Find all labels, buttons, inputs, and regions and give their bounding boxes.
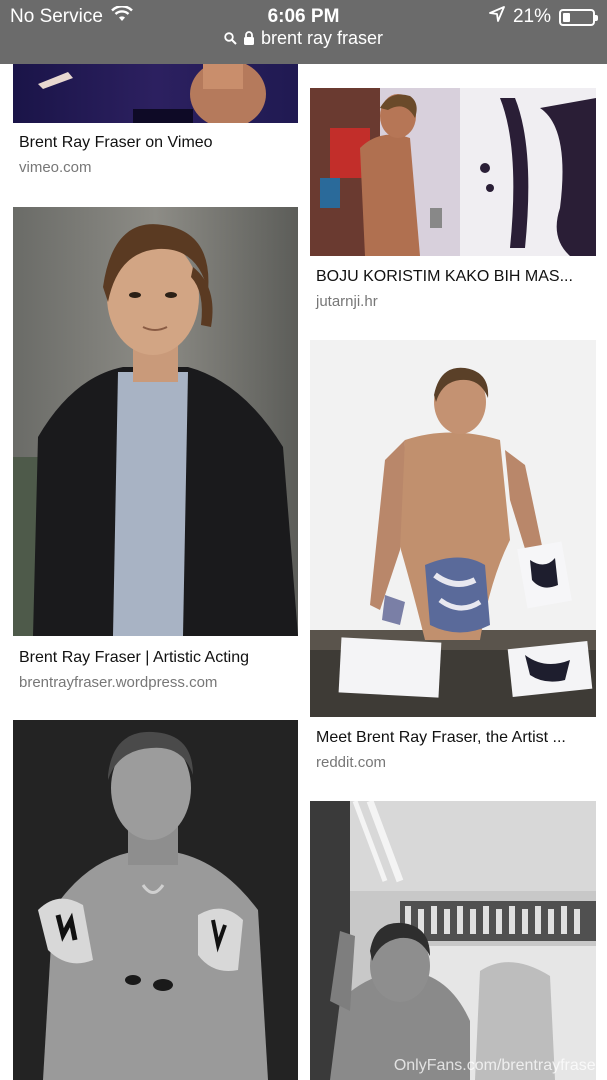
result-card[interactable] — [13, 720, 298, 1080]
result-card[interactable]: Meet Brent Ray Fraser, the Artist ... re… — [310, 340, 596, 780]
result-source: jutarnji.hr — [316, 293, 378, 310]
battery-icon — [559, 8, 598, 26]
result-source: brentrayfraser.wordpress.com — [19, 674, 218, 691]
result-image[interactable] — [13, 720, 298, 1080]
result-source: reddit.com — [316, 754, 387, 771]
search-icon — [224, 32, 237, 45]
result-image[interactable] — [13, 64, 298, 123]
result-image[interactable] — [310, 340, 596, 717]
result-title[interactable]: Meet Brent Ray Fraser, the Artist ... — [316, 729, 590, 747]
result-title[interactable]: Brent Ray Fraser | Artistic Acting — [19, 649, 292, 667]
result-image[interactable] — [310, 88, 596, 256]
watermark-text: OnlyFans.com/brentrayfraser — [393, 1057, 601, 1074]
result-title[interactable]: BOJU KORISTIM KAKO BIH MAS... — [316, 268, 590, 286]
results-column-left: Brent Ray Fraser on Vimeo vimeo.com Bren… — [13, 0, 298, 1080]
url-query: brent ray fraser — [260, 28, 384, 48]
result-source: vimeo.com — [19, 159, 92, 176]
battery-level — [563, 12, 570, 22]
results-column-right: BOJU KORISTIM KAKO BIH MAS... jutarnji.h… — [310, 0, 596, 1080]
battery-percent: 21% — [512, 6, 551, 27]
url-bar[interactable]: brent ray fraser — [0, 28, 607, 49]
status-right: 21% — [489, 6, 598, 28]
location-arrow-icon — [489, 6, 505, 28]
result-card[interactable]: BOJU KORISTIM KAKO BIH MAS... jutarnji.h… — [310, 88, 596, 318]
browser-top-bar: No Service 6:06 PM 21% brent ray fraser — [0, 0, 607, 64]
result-image[interactable] — [13, 207, 298, 636]
lock-icon — [243, 31, 255, 46]
result-card[interactable]: Brent Ray Fraser | Artistic Acting brent… — [13, 207, 298, 697]
result-title[interactable]: Brent Ray Fraser on Vimeo — [19, 134, 292, 152]
result-card[interactable] — [310, 801, 596, 1080]
result-card[interactable]: Brent Ray Fraser on Vimeo vimeo.com — [13, 64, 298, 184]
result-image[interactable] — [310, 801, 596, 1080]
